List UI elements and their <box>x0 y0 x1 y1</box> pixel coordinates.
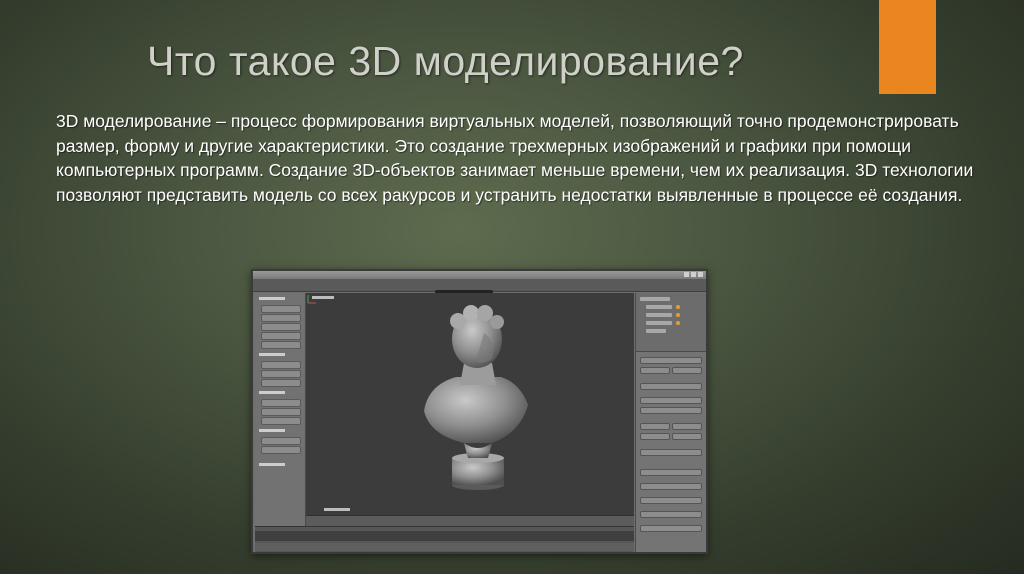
sculpture-bust-icon <box>424 305 528 490</box>
tool-button <box>261 379 301 387</box>
timeline-track <box>255 531 634 541</box>
outliner-row <box>646 321 672 325</box>
property-field <box>672 423 702 430</box>
tool-label <box>259 391 285 394</box>
property-field <box>640 433 670 440</box>
property-field <box>640 383 702 390</box>
tool-button <box>261 417 301 425</box>
outliner <box>636 293 706 352</box>
app-titlebar <box>253 271 706 279</box>
object-icon <box>676 305 680 309</box>
viewport-object-label <box>324 508 350 511</box>
viewport-header <box>306 515 634 526</box>
tool-button <box>261 437 301 445</box>
property-field <box>672 367 702 374</box>
property-field <box>640 511 702 518</box>
tool-shelf-panel <box>255 293 306 527</box>
property-field <box>640 483 702 490</box>
property-field <box>672 433 702 440</box>
tool-button <box>261 446 301 454</box>
outliner-row <box>646 313 672 317</box>
property-field <box>640 357 702 364</box>
property-field <box>640 367 670 374</box>
axis-gizmo-icon <box>307 295 316 304</box>
property-field <box>640 497 702 504</box>
properties-panel <box>635 293 706 552</box>
tool-button <box>261 305 301 313</box>
property-field <box>640 407 702 414</box>
3d-viewport <box>306 293 634 515</box>
tool-button <box>261 370 301 378</box>
slide-body-text: 3D моделирование – процесс формирования … <box>56 111 974 205</box>
timeline-panel <box>255 526 634 552</box>
tool-button <box>261 314 301 322</box>
outliner-row <box>640 297 670 301</box>
tool-button <box>261 341 301 349</box>
outliner-row <box>646 305 672 309</box>
tool-button <box>261 332 301 340</box>
property-field <box>640 423 670 430</box>
property-field <box>640 397 702 404</box>
outliner-row <box>646 329 666 333</box>
property-field <box>640 469 702 476</box>
tool-label <box>259 353 285 356</box>
object-icon <box>676 313 680 317</box>
timeline-controls <box>255 543 634 551</box>
window-controls-icon <box>684 272 703 277</box>
tool-button <box>261 408 301 416</box>
accent-tab <box>879 0 936 94</box>
tool-button <box>261 399 301 407</box>
tool-label <box>259 297 285 300</box>
property-field <box>640 525 702 532</box>
tool-label <box>259 429 285 432</box>
property-field <box>640 449 702 456</box>
tool-label <box>259 463 285 466</box>
object-icon <box>676 321 680 325</box>
tool-button <box>261 361 301 369</box>
slide-title: Что такое 3D моделирование? <box>147 38 744 84</box>
tool-button <box>261 323 301 331</box>
software-screenshot <box>251 269 708 554</box>
